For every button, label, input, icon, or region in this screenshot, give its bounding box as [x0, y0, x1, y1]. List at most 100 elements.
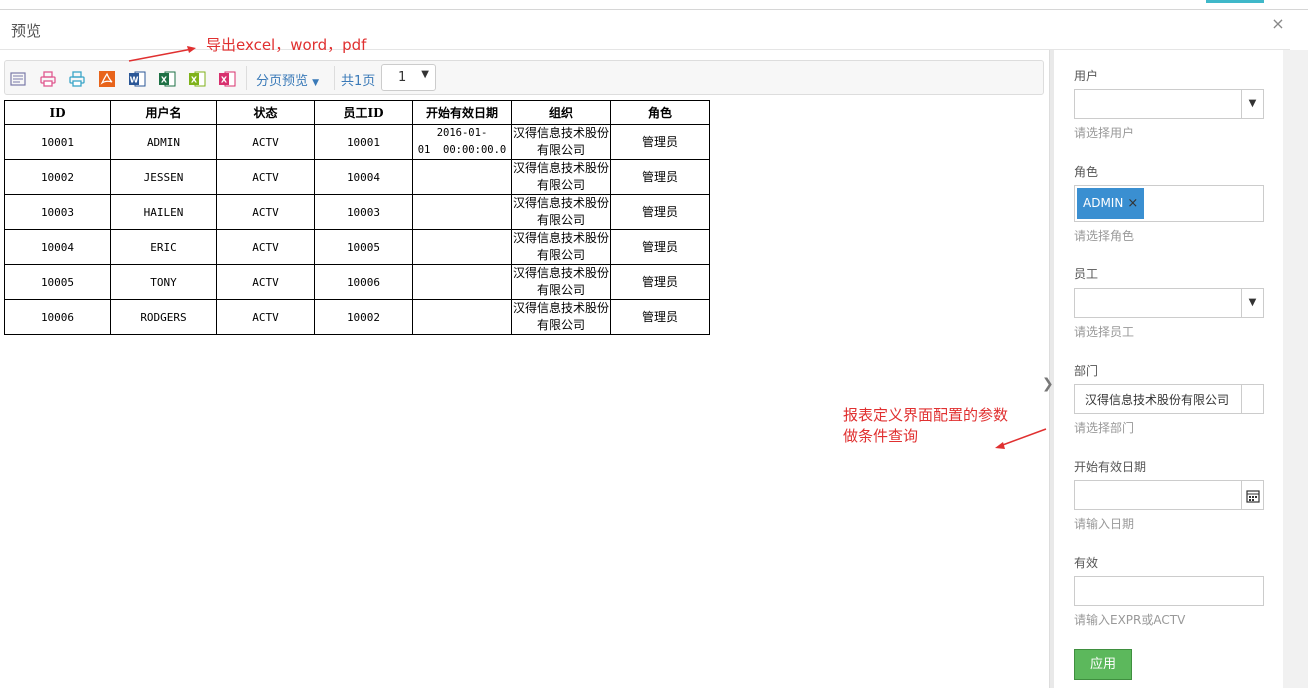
export-excel-full-icon[interactable]: X: [218, 70, 236, 88]
remove-chip-icon[interactable]: ×: [1127, 196, 1138, 211]
cell-role: 管理员: [610, 159, 710, 195]
column-header: 角色: [610, 100, 710, 125]
cell-start-date: [412, 194, 512, 230]
cell-start-date: [412, 299, 512, 335]
cell-start-date: [412, 264, 512, 300]
cell-status: ACTV: [216, 159, 315, 195]
report-table: ID 用户名 状态 员工ID 开始有效日期 组织 角色 10001 ADMIN …: [4, 100, 710, 335]
chevron-down-icon: ▼: [1241, 90, 1263, 118]
export-excel-icon[interactable]: X: [158, 70, 176, 88]
user-hint: 请选择用户: [1074, 126, 1135, 140]
employee-label: 员工: [1074, 267, 1099, 281]
cell-role: 管理员: [610, 124, 710, 160]
cell-username: RODGERS: [110, 299, 217, 335]
cell-username: ERIC: [110, 229, 217, 265]
role-multiselect[interactable]: ADMIN ×: [1074, 185, 1264, 222]
org-line: 有限公司: [536, 213, 585, 227]
cell-id: 10006: [4, 299, 111, 335]
table-row: 10006 RODGERS ACTV 10002 汉得信息技术股份 有限公司 管理…: [4, 299, 710, 335]
svg-text:X: X: [161, 76, 168, 85]
column-header: 组织: [511, 100, 611, 125]
cell-username: HAILEN: [110, 194, 217, 230]
table-header-row: ID 用户名 状态 员工ID 开始有效日期 组织 角色: [4, 100, 710, 125]
cell-org: 汉得信息技术股份 有限公司: [511, 264, 611, 300]
cell-status: ACTV: [216, 264, 315, 300]
cell-employee-id: 10001: [314, 124, 413, 160]
apply-button[interactable]: 应用: [1074, 649, 1132, 680]
department-field[interactable]: 汉得信息技术股份有限公司: [1074, 384, 1264, 414]
cell-status: ACTV: [216, 194, 315, 230]
table-row: 10005 TONY ACTV 10006 汉得信息技术股份 有限公司 管理员: [4, 264, 710, 300]
calendar-icon[interactable]: [1241, 481, 1263, 509]
page-preview-label: 分页预览: [256, 74, 309, 89]
org-line: 汉得信息技术股份: [512, 196, 609, 210]
employee-select[interactable]: ▼: [1074, 288, 1264, 318]
column-header: 状态: [216, 100, 315, 125]
org-line: 汉得信息技术股份: [512, 266, 609, 280]
column-header: 用户名: [110, 100, 217, 125]
cell-role: 管理员: [610, 299, 710, 335]
params-annotation-line1: 报表定义界面配置的参数: [843, 406, 1009, 424]
export-pdf-icon[interactable]: [98, 70, 116, 88]
org-line: 有限公司: [536, 283, 585, 297]
page-number-select[interactable]: 1 ▼: [381, 64, 436, 91]
cell-employee-id: 10002: [314, 299, 413, 335]
user-label: 用户: [1074, 69, 1099, 83]
role-label: 角色: [1074, 165, 1099, 179]
employee-hint: 请选择员工: [1074, 325, 1135, 339]
annotation-arrow: [128, 46, 196, 62]
date-line: 2016-01-: [436, 127, 488, 139]
total-pages-label: 共1页: [341, 74, 376, 89]
toolbar-separator: [334, 66, 335, 90]
text-preview-icon[interactable]: [9, 70, 27, 88]
column-header: ID: [4, 100, 111, 125]
active-input[interactable]: [1074, 576, 1264, 606]
export-word-icon[interactable]: W: [128, 70, 146, 88]
org-line: 有限公司: [536, 248, 585, 262]
export-excel-alt-icon[interactable]: X: [188, 70, 206, 88]
toolbar-separator: [246, 66, 247, 90]
cell-start-date: [412, 159, 512, 195]
role-chip: ADMIN ×: [1077, 188, 1145, 219]
table-row: 10003 HAILEN ACTV 10003 汉得信息技术股份 有限公司 管理员: [4, 194, 710, 230]
org-line: 汉得信息技术股份: [512, 161, 609, 175]
cell-role: 管理员: [610, 264, 710, 300]
cell-id: 10001: [4, 124, 111, 160]
chevron-down-icon: ▼: [421, 69, 429, 80]
org-line: 有限公司: [536, 143, 585, 157]
caret-down-icon: ▼: [312, 78, 320, 88]
cell-id: 10004: [4, 229, 111, 265]
table-row: 10002 JESSEN ACTV 10004 汉得信息技术股份 有限公司 管理员: [4, 159, 710, 195]
cell-start-date: [412, 229, 512, 265]
dialog-title: 预览: [11, 22, 42, 40]
print-preview-icon[interactable]: [68, 70, 86, 88]
start-date-input[interactable]: [1074, 480, 1264, 510]
org-line: 汉得信息技术股份: [512, 301, 609, 315]
cell-username: TONY: [110, 264, 217, 300]
cell-org: 汉得信息技术股份 有限公司: [511, 124, 611, 160]
chevron-down-icon: ▼: [1241, 289, 1263, 317]
top-strip: [0, 0, 1308, 10]
department-hint: 请选择部门: [1074, 421, 1135, 435]
date-line: 01 00:00:00.0: [417, 144, 507, 156]
svg-text:X: X: [221, 76, 228, 85]
page-number-value: 1: [398, 70, 407, 85]
close-button[interactable]: ×: [1268, 14, 1288, 33]
print-icon[interactable]: [39, 70, 57, 88]
column-header: 员工ID: [314, 100, 413, 125]
department-label: 部门: [1074, 364, 1099, 378]
filter-panel: 用户 ▼ 请选择用户 角色 ADMIN × 请选择角色 员工 ▼ 请选择员工 部门…: [1055, 50, 1283, 688]
org-line: 有限公司: [536, 178, 585, 192]
top-accent-bar: [1206, 0, 1264, 3]
cell-employee-id: 10006: [314, 264, 413, 300]
table-row: 10001 ADMIN ACTV 10001 2016-01- 01 00:00:…: [4, 124, 710, 160]
active-hint: 请输入EXPR或ACTV: [1074, 613, 1186, 627]
chevron-right-icon[interactable]: ❯: [1042, 376, 1054, 392]
user-select[interactable]: ▼: [1074, 89, 1264, 119]
cell-employee-id: 10003: [314, 194, 413, 230]
start-date-label: 开始有效日期: [1074, 460, 1147, 474]
department-picker-button[interactable]: [1241, 385, 1263, 413]
org-line: 有限公司: [536, 318, 585, 332]
page-preview-dropdown[interactable]: 分页预览 ▼: [256, 70, 319, 89]
panel-splitter[interactable]: [1049, 50, 1054, 688]
